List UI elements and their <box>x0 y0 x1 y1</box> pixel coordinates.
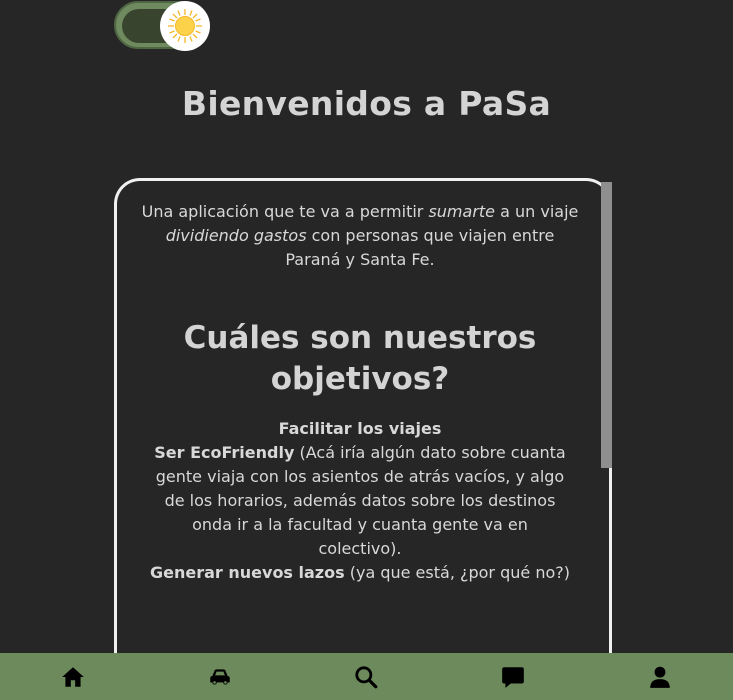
intro-text: Una aplicación que te va a permitir suma… <box>140 200 580 272</box>
objectives-list: Facilitar los viajes Ser EcoFriendly (Acá… <box>150 417 570 585</box>
bottom-nav <box>0 653 733 700</box>
chat-icon <box>502 666 524 688</box>
intro-part1: Una aplicación que te va a permitir <box>141 202 429 221</box>
user-icon <box>649 666 670 688</box>
card-scrollbar[interactable] <box>601 182 612 468</box>
car-icon <box>210 668 230 685</box>
nav-car[interactable] <box>200 657 240 697</box>
intro-emph-sumarte: sumarte <box>428 202 496 221</box>
sun-icon <box>168 9 202 43</box>
nav-home[interactable] <box>53 657 93 697</box>
objectives-title: Cuáles son nuestros objetivos? <box>183 320 537 397</box>
objective-1-title: Facilitar los viajes <box>278 419 442 438</box>
objective-3-text: (ya que está, ¿por qué no?) <box>344 563 570 582</box>
nav-profile[interactable] <box>640 657 680 697</box>
objective-3-title: Generar nuevos lazos <box>150 563 345 582</box>
intro-emph-dividiendo: dividiendo gastos <box>165 226 307 245</box>
toggle-knob[interactable] <box>160 1 210 51</box>
objective-2-title: Ser EcoFriendly <box>154 443 295 462</box>
intro-part3: con personas que viajen entre Paraná y S… <box>285 226 555 269</box>
nav-search[interactable] <box>346 657 386 697</box>
theme-toggle[interactable] <box>114 1 210 51</box>
search-icon <box>355 665 378 688</box>
nav-chat[interactable] <box>493 657 533 697</box>
page-title: Bienvenidos a PaSa <box>181 84 552 123</box>
intro-part2: a un viaje <box>495 202 579 221</box>
home-icon <box>62 666 85 687</box>
